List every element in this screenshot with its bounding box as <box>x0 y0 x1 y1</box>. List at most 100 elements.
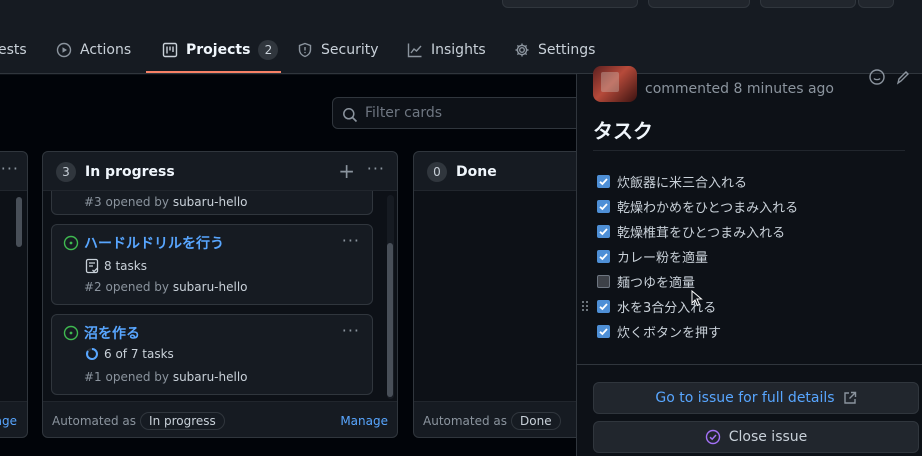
card-author[interactable]: subaru-hello <box>173 195 248 209</box>
column-footer: Automated as In progress Manage <box>43 402 397 437</box>
repo-header <box>0 0 922 26</box>
check-icon <box>599 228 608 236</box>
check-icon <box>599 178 608 186</box>
column-title: In progress <box>85 164 175 180</box>
progress-ring-icon <box>86 348 98 360</box>
task-checkbox-checked[interactable] <box>597 225 610 238</box>
comment-heading: タスク <box>593 115 905 151</box>
task-checkbox-checked[interactable] <box>597 325 610 338</box>
task-list-item: 炊飯器に米三合入れる <box>597 169 798 194</box>
column-todo: ··· age <box>0 151 28 438</box>
gear-icon <box>515 43 529 57</box>
check-icon <box>599 203 608 211</box>
avatar[interactable] <box>593 66 637 102</box>
card-title-link[interactable]: 沼を作る <box>84 323 140 343</box>
task-label: 乾燥椎茸をひとつまみ入れる <box>617 226 786 241</box>
task-list-item: カレー粉を適量 <box>597 244 798 269</box>
check-icon <box>599 253 608 261</box>
projects-count: 2 <box>258 40 279 60</box>
card-author[interactable]: subaru-hello <box>173 280 248 294</box>
star-button[interactable] <box>760 0 856 8</box>
tab-label: ests <box>0 42 27 58</box>
issue-card[interactable]: 沼を作る ··· 6 of 7 tasks #1 opened by subar… <box>51 314 373 395</box>
card-menu-button[interactable]: ··· <box>342 323 360 339</box>
smiley-icon[interactable] <box>868 68 886 86</box>
graph-icon <box>407 43 422 58</box>
column-header: ··· <box>0 152 27 192</box>
task-label: 乾燥わかめをひとつまみ入れる <box>617 201 799 216</box>
task-list-item: 炊くボタンを押す <box>597 319 798 344</box>
automation-badge: In progress <box>140 411 225 430</box>
task-list-item: 乾燥椎茸をひとつまみ入れる <box>597 219 798 244</box>
search-icon <box>343 108 358 123</box>
tab-label: Security <box>321 42 379 58</box>
link-external-icon <box>843 391 856 404</box>
issue-opened-icon <box>63 235 79 251</box>
automated-label: Automated as <box>423 413 508 428</box>
card-menu-button[interactable]: ··· <box>342 233 360 249</box>
issue-side-panel: commented 8 minutes ago タスク 炊飯器に米三合入れる 乾… <box>576 66 922 456</box>
card-task-progress: 8 tasks <box>84 258 147 274</box>
go-to-issue-label: Go to issue for full details <box>655 390 835 406</box>
task-checkbox-checked[interactable] <box>597 200 610 213</box>
column-in-progress: 3 In progress + ··· #3 opened by subaru-… <box>42 151 398 438</box>
task-label: 炊くボタンを押す <box>617 326 722 341</box>
close-issue-button[interactable]: Close issue <box>593 421 919 453</box>
tab-security[interactable]: Security <box>297 26 379 74</box>
go-to-issue-button[interactable]: Go to issue for full details <box>593 382 919 414</box>
tab-pull-requests[interactable]: ests <box>0 26 27 74</box>
selected-tab-indicator <box>146 71 281 73</box>
filter-cards-input[interactable] <box>365 98 585 128</box>
tab-projects[interactable]: Projects 2 <box>162 26 279 74</box>
column-header: 3 In progress + ··· <box>43 152 397 192</box>
tab-actions[interactable]: Actions <box>56 26 131 74</box>
automation-badge: Done <box>511 411 561 430</box>
task-checkbox-checked[interactable] <box>597 300 610 313</box>
card-opened-by: #2 opened by subaru-hello <box>84 280 248 294</box>
star-dropdown-button[interactable] <box>858 0 894 8</box>
fork-button[interactable] <box>648 0 750 8</box>
column-scrollbar[interactable] <box>16 197 22 247</box>
issue-card[interactable]: #3 opened by subaru-hello <box>51 191 373 215</box>
manage-link[interactable]: age <box>0 414 17 428</box>
check-icon <box>599 303 608 311</box>
tab-label: Actions <box>80 42 132 58</box>
add-card-button[interactable]: + <box>338 161 355 181</box>
automated-label: Automated as <box>52 413 137 428</box>
card-author[interactable]: subaru-hello <box>173 370 248 384</box>
play-icon <box>56 42 72 58</box>
task-label: 麺つゆを適量 <box>617 276 696 291</box>
task-list-item: 乾燥わかめをひとつまみ入れる <box>597 194 798 219</box>
issue-card[interactable]: ハードルドリルを行う ··· 8 tasks #2 opened by suba… <box>51 224 373 305</box>
tab-insights[interactable]: Insights <box>407 26 486 74</box>
manage-link[interactable]: Manage <box>340 414 388 428</box>
card-task-progress: 6 of 7 tasks <box>84 346 174 362</box>
column-scrollbar[interactable] <box>387 243 393 397</box>
tasklist-icon <box>85 258 99 274</box>
filter-cards <box>332 97 592 129</box>
task-label: 炊飯器に米三合入れる <box>617 176 748 191</box>
watch-button[interactable] <box>502 0 638 8</box>
project-icon <box>162 42 178 58</box>
column-menu-button[interactable]: ··· <box>1 161 19 177</box>
card-title-link[interactable]: ハードルドリルを行う <box>84 233 224 253</box>
task-checkbox-unchecked[interactable] <box>597 275 610 288</box>
column-menu-button[interactable]: ··· <box>367 161 385 177</box>
repo-tabs: ests Actions Projects 2 Security Insight… <box>0 26 922 74</box>
comment-actions <box>868 68 910 86</box>
task-label: カレー粉を適量 <box>617 251 709 266</box>
task-list: 炊飯器に米三合入れる 乾燥わかめをひとつまみ入れる 乾燥椎茸をひとつまみ入れる … <box>582 169 798 344</box>
task-checkbox-checked[interactable] <box>597 175 610 188</box>
column-cards: #3 opened by subaru-hello ハードルドリルを行う ···… <box>43 190 397 402</box>
column-title: Done <box>456 164 497 180</box>
drag-handle-icon[interactable] <box>581 300 589 312</box>
mouse-cursor-icon <box>691 290 703 307</box>
card-opened-by: #1 opened by subaru-hello <box>84 370 248 384</box>
pencil-icon[interactable] <box>896 68 910 86</box>
tab-label: Settings <box>538 42 596 58</box>
column-footer: age <box>0 402 27 437</box>
column-card-count: 0 <box>427 162 447 182</box>
tab-settings[interactable]: Settings <box>514 26 595 74</box>
card-opened-by: #3 opened by subaru-hello <box>84 195 248 209</box>
task-checkbox-checked[interactable] <box>597 250 610 263</box>
